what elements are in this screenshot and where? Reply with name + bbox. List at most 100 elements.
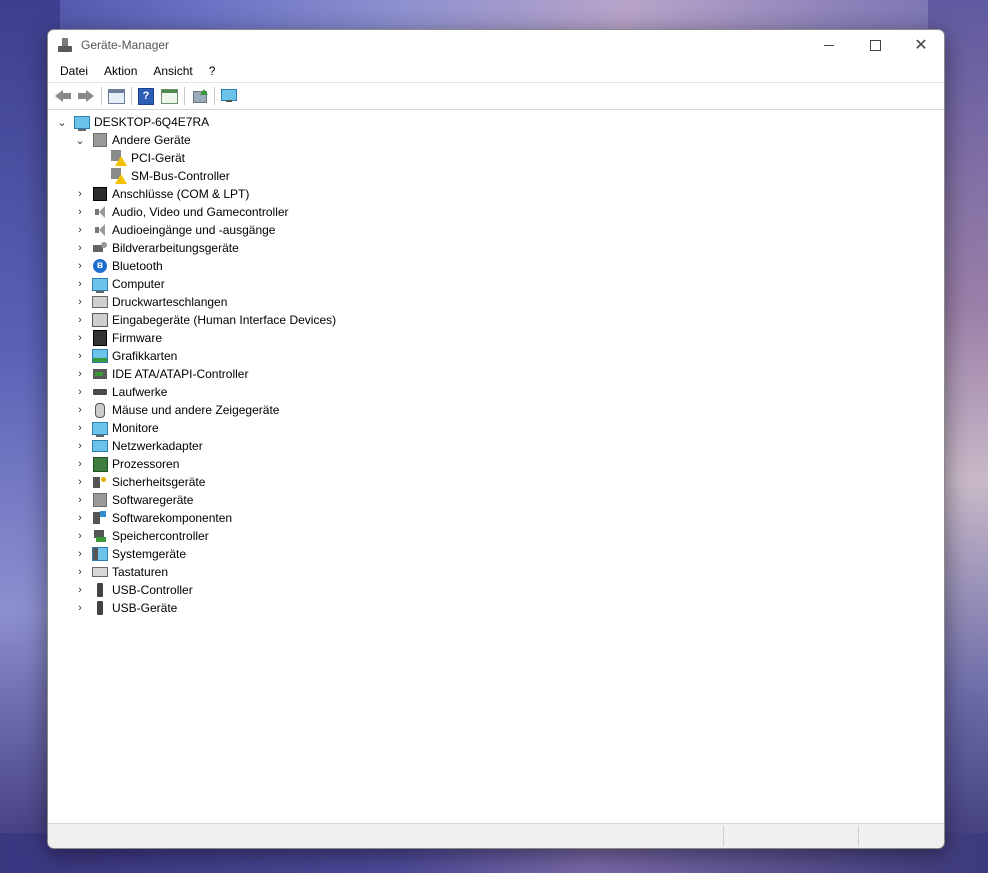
- category-label: Laufwerke: [112, 385, 168, 399]
- category-label: Mäuse und andere Zeigegeräte: [112, 403, 280, 417]
- tree-category[interactable]: › Tastaturen: [48, 563, 944, 581]
- chevron-right-icon[interactable]: ›: [74, 239, 86, 257]
- software-component-icon: [92, 510, 108, 526]
- chevron-right-icon[interactable]: ›: [74, 221, 86, 239]
- title-bar: Geräte-Manager ✕: [48, 30, 944, 60]
- chevron-right-icon[interactable]: ›: [74, 527, 86, 545]
- back-arrow-icon: [55, 90, 71, 102]
- tree-root[interactable]: ⌄ DESKTOP-6Q4E7RA: [48, 113, 944, 131]
- chevron-right-icon[interactable]: ›: [74, 401, 86, 419]
- category-label: Bildverarbeitungsgeräte: [112, 241, 239, 255]
- toolbar: ?: [48, 82, 944, 110]
- tree-category[interactable]: › Laufwerke: [48, 383, 944, 401]
- menu-aktion[interactable]: Aktion: [96, 60, 145, 82]
- minimize-icon: [824, 44, 834, 46]
- chevron-right-icon[interactable]: ›: [74, 473, 86, 491]
- chevron-down-icon[interactable]: ⌄: [56, 113, 68, 131]
- tree-category[interactable]: › Prozessoren: [48, 455, 944, 473]
- chevron-right-icon[interactable]: ›: [74, 347, 86, 365]
- mouse-icon: [92, 402, 108, 418]
- chevron-right-icon[interactable]: ›: [74, 581, 86, 599]
- chevron-right-icon[interactable]: ›: [74, 329, 86, 347]
- tree-device[interactable]: PCI-Gerät: [48, 149, 944, 167]
- show-hide-console-tree-button[interactable]: [105, 85, 127, 107]
- tree-category[interactable]: ⌄ Andere Geräte: [48, 131, 944, 149]
- tree-category[interactable]: › IDE ATA/ATAPI-Controller: [48, 365, 944, 383]
- tree-category[interactable]: › Speichercontroller: [48, 527, 944, 545]
- device-tree[interactable]: ⌄ DESKTOP-6Q4E7RA ⌄ Andere Geräte PCI-Ge…: [48, 110, 944, 823]
- minimize-button[interactable]: [806, 30, 852, 60]
- chevron-right-icon[interactable]: ›: [74, 491, 86, 509]
- menu-help[interactable]: ?: [201, 60, 224, 82]
- tree-category[interactable]: › Sicherheitsgeräte: [48, 473, 944, 491]
- tree-category[interactable]: › Mäuse und andere Zeigegeräte: [48, 401, 944, 419]
- category-label: Bluetooth: [112, 259, 163, 273]
- chevron-right-icon[interactable]: ›: [74, 509, 86, 527]
- chevron-right-icon[interactable]: ›: [74, 311, 86, 329]
- category-label: Druckwarteschlangen: [112, 295, 228, 309]
- tree-category[interactable]: › Grafikkarten: [48, 347, 944, 365]
- chevron-right-icon[interactable]: ›: [74, 545, 86, 563]
- scan-hardware-icon: [221, 89, 237, 103]
- tree-category[interactable]: › Audio, Video und Gamecontroller: [48, 203, 944, 221]
- category-label: Softwarekomponenten: [112, 511, 233, 525]
- menu-ansicht[interactable]: Ansicht: [145, 60, 200, 82]
- tree-category[interactable]: › USB-Geräte: [48, 599, 944, 617]
- help-button[interactable]: ?: [135, 85, 157, 107]
- scan-hardware-button[interactable]: [218, 85, 240, 107]
- category-label: IDE ATA/ATAPI-Controller: [112, 367, 249, 381]
- tree-category[interactable]: › Firmware: [48, 329, 944, 347]
- chevron-right-icon[interactable]: ›: [74, 203, 86, 221]
- category-label: Anschlüsse (COM & LPT): [112, 187, 250, 201]
- chevron-right-icon[interactable]: ›: [74, 455, 86, 473]
- tree-category[interactable]: › Bildverarbeitungsgeräte: [48, 239, 944, 257]
- chevron-right-icon[interactable]: ›: [74, 437, 86, 455]
- computer-root-icon: [74, 114, 90, 131]
- software-device-icon: [92, 492, 108, 508]
- device-manager-window: Geräte-Manager ✕ Datei Aktion Ansicht ? …: [47, 29, 945, 849]
- tree-category[interactable]: › Monitore: [48, 419, 944, 437]
- category-label: Eingabegeräte (Human Interface Devices): [112, 313, 337, 327]
- toolbar-separator: [214, 87, 215, 105]
- tree-device[interactable]: SM-Bus-Controller: [48, 167, 944, 185]
- category-label: Grafikkarten: [112, 349, 178, 363]
- system-device-icon: [92, 546, 108, 562]
- chevron-right-icon[interactable]: ›: [74, 599, 86, 617]
- tree-category[interactable]: › Eingabegeräte (Human Interface Devices…: [48, 311, 944, 329]
- tree-category[interactable]: › Anschlüsse (COM & LPT): [48, 185, 944, 203]
- category-label: Audioeingänge und -ausgänge: [112, 223, 276, 237]
- back-button[interactable]: [52, 85, 74, 107]
- tree-category[interactable]: › Softwaregeräte: [48, 491, 944, 509]
- close-button[interactable]: ✕: [898, 30, 944, 60]
- tree-category[interactable]: › Computer: [48, 275, 944, 293]
- tree-category[interactable]: › Druckwarteschlangen: [48, 293, 944, 311]
- tree-category[interactable]: › Netzwerkadapter: [48, 437, 944, 455]
- chevron-right-icon[interactable]: ›: [74, 257, 86, 275]
- category-label: Systemgeräte: [112, 547, 187, 561]
- category-label: Tastaturen: [112, 565, 169, 579]
- menu-datei[interactable]: Datei: [52, 60, 96, 82]
- chevron-right-icon[interactable]: ›: [74, 275, 86, 293]
- forward-arrow-icon: [78, 90, 94, 102]
- tree-category[interactable]: › Systemgeräte: [48, 545, 944, 563]
- chevron-right-icon[interactable]: ›: [74, 563, 86, 581]
- tree-category[interactable]: › Audioeingänge und -ausgänge: [48, 221, 944, 239]
- tree-category[interactable]: › Softwarekomponenten: [48, 509, 944, 527]
- category-label: Softwaregeräte: [112, 493, 194, 507]
- update-driver-button[interactable]: [188, 85, 210, 107]
- tree-category[interactable]: › USB-Controller: [48, 581, 944, 599]
- tree-category[interactable]: › ʙ Bluetooth: [48, 257, 944, 275]
- forward-button[interactable]: [75, 85, 97, 107]
- maximize-button[interactable]: [852, 30, 898, 60]
- chevron-down-icon[interactable]: ⌄: [74, 131, 86, 149]
- chevron-right-icon[interactable]: ›: [74, 185, 86, 203]
- chevron-right-icon[interactable]: ›: [74, 293, 86, 311]
- device-manager-icon: [57, 37, 73, 53]
- properties-button[interactable]: [158, 85, 180, 107]
- chevron-right-icon[interactable]: ›: [74, 419, 86, 437]
- chevron-right-icon[interactable]: ›: [74, 383, 86, 401]
- warning-device-icon: [111, 168, 127, 184]
- printer-icon: [92, 294, 108, 310]
- computer-icon: [92, 276, 108, 293]
- chevron-right-icon[interactable]: ›: [74, 365, 86, 383]
